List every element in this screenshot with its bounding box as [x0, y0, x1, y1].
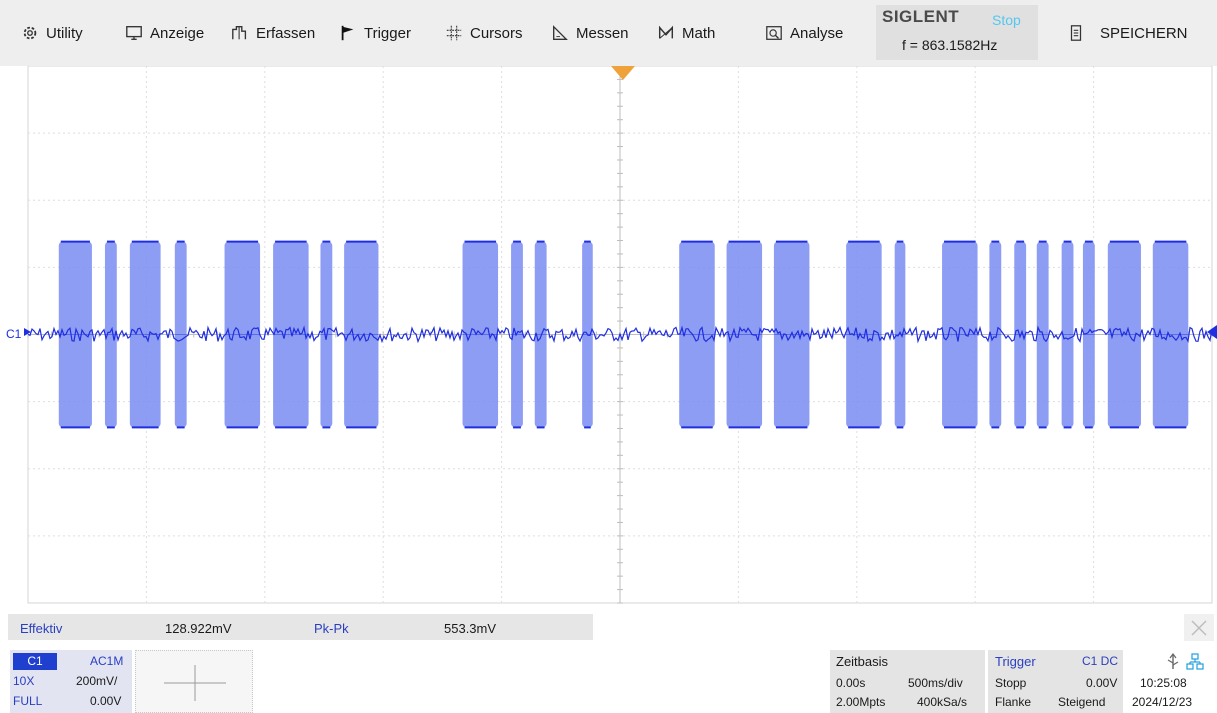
trigger-slope: Steigend: [1058, 695, 1106, 709]
monitor-icon: [124, 23, 144, 43]
menu-utility-label: Utility: [46, 24, 83, 42]
timebase-sample-rate: 400kSa/s: [917, 695, 968, 709]
channel-bandwidth: FULL: [13, 694, 43, 708]
menu-analyse-label: Analyse: [790, 24, 844, 42]
save-button[interactable]: SPEICHERN: [1066, 0, 1188, 66]
measurement-strip: Effektiv 128.922mV Pk-Pk 553.3mV: [8, 614, 593, 640]
close-icon: [1190, 619, 1208, 637]
menu-anzeige[interactable]: Anzeige: [124, 0, 204, 66]
menu-erfassen-label: Erfassen: [256, 24, 316, 42]
cursors-icon: [444, 23, 464, 43]
menu-bar: Utility Anzeige Erfassen Trigger Cursors…: [0, 0, 1217, 66]
trigger-level: 0.00V: [1086, 676, 1118, 690]
menu-trigger-label: Trigger: [364, 24, 411, 42]
brand-panel: SIGLENT Stop f = 863.1582Hz: [876, 5, 1038, 60]
clock-date: 2024/12/23: [1132, 695, 1193, 709]
trigger-mode: Stopp: [995, 676, 1027, 690]
trigger-panel[interactable]: Trigger C1 DC Stopp 0.00V Flanke Steigen…: [988, 650, 1123, 713]
menu-messen[interactable]: Messen: [550, 0, 629, 66]
frequency-readout: f = 863.1582Hz: [902, 37, 998, 53]
network-icon: [1186, 653, 1204, 676]
menu-utility[interactable]: Utility: [20, 0, 83, 66]
siglent-logo: SIGLENT: [882, 7, 960, 26]
menu-analyse[interactable]: Analyse: [764, 0, 843, 66]
waveform-canvas: C1: [6, 66, 1217, 604]
save-button-label: SPEICHERN: [1100, 24, 1188, 42]
channel-probe: 10X: [13, 674, 35, 688]
measurement-value-rms: 128.922mV: [165, 621, 232, 636]
status-bar: C1 AC1M 10X 200mV/ FULL 0.00V Zeitbasis …: [0, 644, 1217, 713]
menu-anzeige-label: Anzeige: [150, 24, 205, 42]
acquisition-status: Stop: [992, 12, 1021, 28]
usb-icon: [1166, 653, 1180, 676]
channel-coupling: AC1M: [90, 654, 124, 668]
document-icon: [1066, 23, 1086, 43]
menu-trigger[interactable]: Trigger: [338, 0, 411, 66]
plus-icon: [164, 665, 226, 706]
timebase-title: Zeitbasis: [836, 654, 889, 669]
measurement-value-pkpk: 553.3mV: [444, 621, 497, 636]
timebase-panel[interactable]: Zeitbasis 0.00s 500ms/div 2.00Mpts 400kS…: [830, 650, 985, 713]
measurement-bar: Effektiv 128.922mV Pk-Pk 553.3mV: [0, 612, 1217, 642]
menu-messen-label: Messen: [576, 24, 629, 42]
menu-math[interactable]: Math: [656, 0, 715, 66]
channel-badge: C1: [13, 653, 57, 670]
gear-icon: [20, 23, 40, 43]
clock-time: 10:25:08: [1140, 676, 1187, 690]
trigger-title: Trigger: [995, 654, 1036, 669]
clock-panel: 10:25:08 2024/12/23: [1126, 650, 1217, 713]
math-icon: [656, 23, 676, 43]
acquire-icon: [230, 23, 250, 43]
menu-cursors-label: Cursors: [470, 24, 523, 42]
menu-erfassen[interactable]: Erfassen: [230, 0, 315, 66]
timebase-time-div: 500ms/div: [908, 676, 963, 690]
trigger-source: C1 DC: [1082, 654, 1119, 668]
channel-marker-label: C1: [6, 327, 22, 341]
channel-volts-div: 200mV/: [76, 674, 118, 688]
flag-icon: [338, 23, 358, 43]
channel-1-panel[interactable]: C1 AC1M 10X 200mV/ FULL 0.00V: [10, 650, 132, 713]
menu-cursors[interactable]: Cursors: [444, 0, 523, 66]
measurement-label-pkpk: Pk-Pk: [314, 621, 349, 636]
measurement-label-rms: Effektiv: [20, 621, 63, 636]
trigger-position-marker[interactable]: [611, 66, 635, 80]
add-channel-button[interactable]: [135, 650, 253, 713]
trigger-type: Flanke: [995, 695, 1032, 709]
close-measurement-button[interactable]: [1184, 614, 1214, 641]
timebase-memory: 2.00Mpts: [836, 695, 886, 709]
channel-offset: 0.00V: [90, 694, 122, 708]
analyse-icon: [764, 23, 784, 43]
measure-icon: [550, 23, 570, 43]
menu-math-label: Math: [682, 24, 716, 42]
timebase-delay: 0.00s: [836, 676, 866, 690]
waveform-display[interactable]: C1: [0, 66, 1217, 606]
